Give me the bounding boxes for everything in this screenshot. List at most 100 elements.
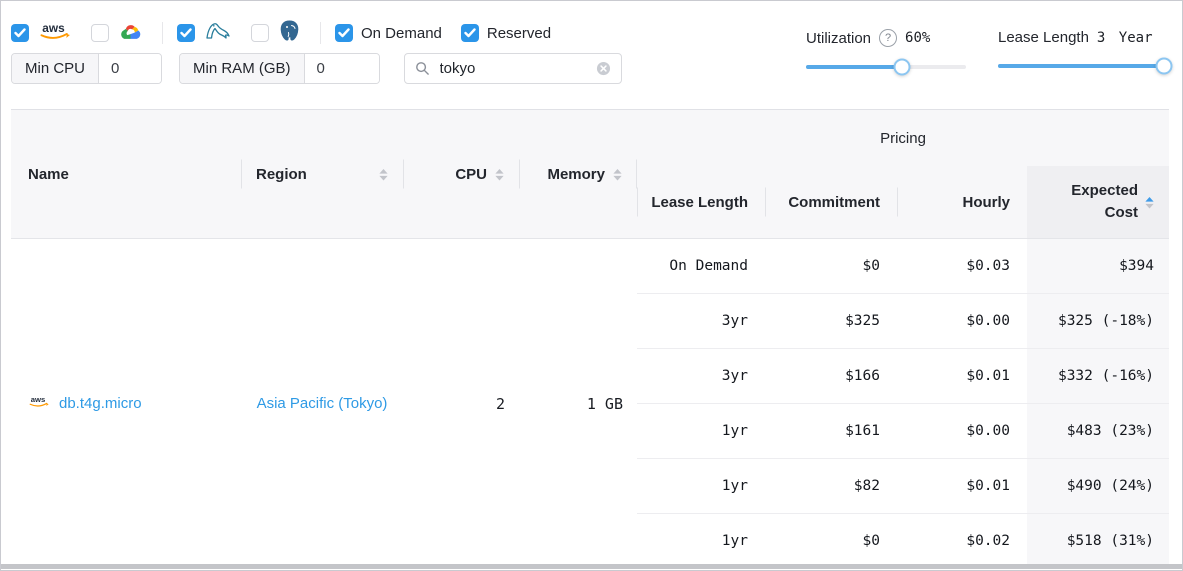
utilization-slider-track[interactable] xyxy=(806,65,966,69)
aws-checkbox[interactable] xyxy=(11,24,29,42)
mysql-logo-icon xyxy=(204,20,232,46)
search-input[interactable] xyxy=(438,59,588,78)
utilization-slider-knob[interactable] xyxy=(894,59,911,76)
lease-length-slider-track[interactable] xyxy=(998,64,1164,68)
column-header-expected-cost[interactable]: Expected Cost xyxy=(1027,166,1169,238)
sort-icon[interactable] xyxy=(612,167,623,182)
check-icon xyxy=(14,28,26,38)
sort-icon[interactable] xyxy=(378,167,389,182)
filter-bar-top: aws xyxy=(11,22,570,44)
check-icon xyxy=(464,28,476,38)
commitment-cell: $0 xyxy=(765,514,897,568)
filter-bar-bottom: Min CPU Min RAM (GB) xyxy=(11,53,622,84)
on-demand-checkbox[interactable] xyxy=(335,24,353,42)
lease-length-cell: 1yr xyxy=(637,514,765,568)
instance-name-cell: aws db.t4g.micro xyxy=(11,239,241,568)
pricing-rows: On Demand $0 $0.03 $394 3yr $325 $0.00 $… xyxy=(637,239,1169,568)
expected-cost-cell: $483 (23%) xyxy=(1027,404,1169,458)
pricing-row: 1yr $0 $0.02 $518 (31%) xyxy=(637,513,1169,568)
lease-length-value: 3 Year xyxy=(1097,30,1153,46)
min-ram-input[interactable] xyxy=(305,54,379,83)
commitment-cell: $325 xyxy=(765,294,897,348)
filter-divider xyxy=(162,22,163,44)
horizontal-scrollbar[interactable] xyxy=(1,564,1182,569)
table-body: aws db.t4g.micro Asia Pacific (Tokyo) 2 … xyxy=(11,239,1169,568)
hourly-cell: $0.02 xyxy=(897,514,1027,568)
column-header-memory[interactable]: Memory xyxy=(519,110,637,238)
lease-length-slider-knob[interactable] xyxy=(1156,58,1173,75)
cpu-value: 2 xyxy=(496,395,505,413)
expected-cost-cell: $332 (-16%) xyxy=(1027,349,1169,403)
table-header: Name Region CPU Memory xyxy=(11,109,1169,239)
search-icon xyxy=(415,61,430,76)
min-cpu-input[interactable] xyxy=(99,54,161,83)
on-demand-label: On Demand xyxy=(361,25,442,42)
reserved-label: Reserved xyxy=(487,25,551,42)
utilization-control: Utilization ? 60% xyxy=(806,29,966,69)
postgresql-checkbox[interactable] xyxy=(251,24,269,42)
engine-filter-postgresql xyxy=(251,20,301,47)
column-divider xyxy=(403,160,404,189)
filter-divider xyxy=(320,22,321,44)
pricing-row: On Demand $0 $0.03 $394 xyxy=(637,239,1169,293)
lease-length-cell: On Demand xyxy=(637,239,765,293)
memory-value: 1 GB xyxy=(587,395,623,413)
sort-icon[interactable] xyxy=(494,167,505,182)
hourly-cell: $0.01 xyxy=(897,459,1027,513)
hourly-cell: $0.00 xyxy=(897,404,1027,458)
instances-table: Name Region CPU Memory xyxy=(11,109,1169,568)
lease-length-cell: 1yr xyxy=(637,459,765,513)
expected-cost-cell: $325 (-18%) xyxy=(1027,294,1169,348)
column-header-lease-length: Lease Length xyxy=(637,166,765,238)
help-icon[interactable]: ? xyxy=(879,29,897,47)
hourly-cell: $0.00 xyxy=(897,294,1027,348)
lease-length-cell: 3yr xyxy=(637,294,765,348)
reserved-checkbox[interactable] xyxy=(461,24,479,42)
expected-cost-cell: $394 xyxy=(1027,239,1169,293)
expected-cost-cell: $518 (31%) xyxy=(1027,514,1169,568)
clear-search-icon[interactable] xyxy=(596,61,611,76)
svg-text:aws: aws xyxy=(31,395,46,404)
pricing-group-label: Pricing xyxy=(880,130,926,147)
column-header-region[interactable]: Region xyxy=(241,110,403,238)
column-header-label: Region xyxy=(256,166,307,183)
check-icon xyxy=(180,28,192,38)
column-header-label: CPU xyxy=(455,166,487,183)
column-header-label: Memory xyxy=(547,166,605,183)
column-header-label: Lease Length xyxy=(651,194,748,211)
instance-name-link[interactable]: db.t4g.micro xyxy=(59,395,142,412)
google-cloud-checkbox[interactable] xyxy=(91,24,109,42)
google-cloud-logo-icon xyxy=(118,21,143,46)
column-header-label: Commitment xyxy=(788,194,880,211)
app-window: aws xyxy=(0,0,1183,571)
commitment-cell: $0 xyxy=(765,239,897,293)
expected-cost-cell: $490 (24%) xyxy=(1027,459,1169,513)
commitment-cell: $166 xyxy=(765,349,897,403)
postgresql-logo-icon xyxy=(278,20,301,47)
pricing-group-header: Pricing xyxy=(637,110,1169,166)
column-divider xyxy=(897,188,898,217)
provider-filter-aws: aws xyxy=(11,20,72,47)
check-icon xyxy=(338,28,350,38)
column-header-cpu[interactable]: CPU xyxy=(403,110,519,238)
min-ram-group: Min RAM (GB) xyxy=(179,53,380,84)
pricing-option-on-demand: On Demand xyxy=(335,24,442,42)
region-link[interactable]: Asia Pacific (Tokyo) xyxy=(257,395,388,412)
instance-memory-cell: 1 GB xyxy=(519,239,637,568)
column-header-label: Name xyxy=(28,166,69,183)
column-divider xyxy=(765,188,766,217)
mysql-checkbox[interactable] xyxy=(177,24,195,42)
search-box xyxy=(404,53,622,84)
commitment-cell: $161 xyxy=(765,404,897,458)
min-cpu-group: Min CPU xyxy=(11,53,162,84)
column-divider xyxy=(519,160,520,189)
utilization-slider-fill xyxy=(806,65,902,69)
lease-length-control: Lease Length 3 Year xyxy=(998,29,1164,68)
commitment-cell: $82 xyxy=(765,459,897,513)
column-header-label: Expected Cost xyxy=(1064,180,1138,225)
sort-asc-icon[interactable] xyxy=(1144,195,1155,210)
pricing-row: 3yr $166 $0.01 $332 (-16%) xyxy=(637,348,1169,403)
lease-length-label: Lease Length xyxy=(998,29,1089,46)
instance-region-cell: Asia Pacific (Tokyo) xyxy=(241,239,403,568)
svg-text:aws: aws xyxy=(42,20,65,34)
